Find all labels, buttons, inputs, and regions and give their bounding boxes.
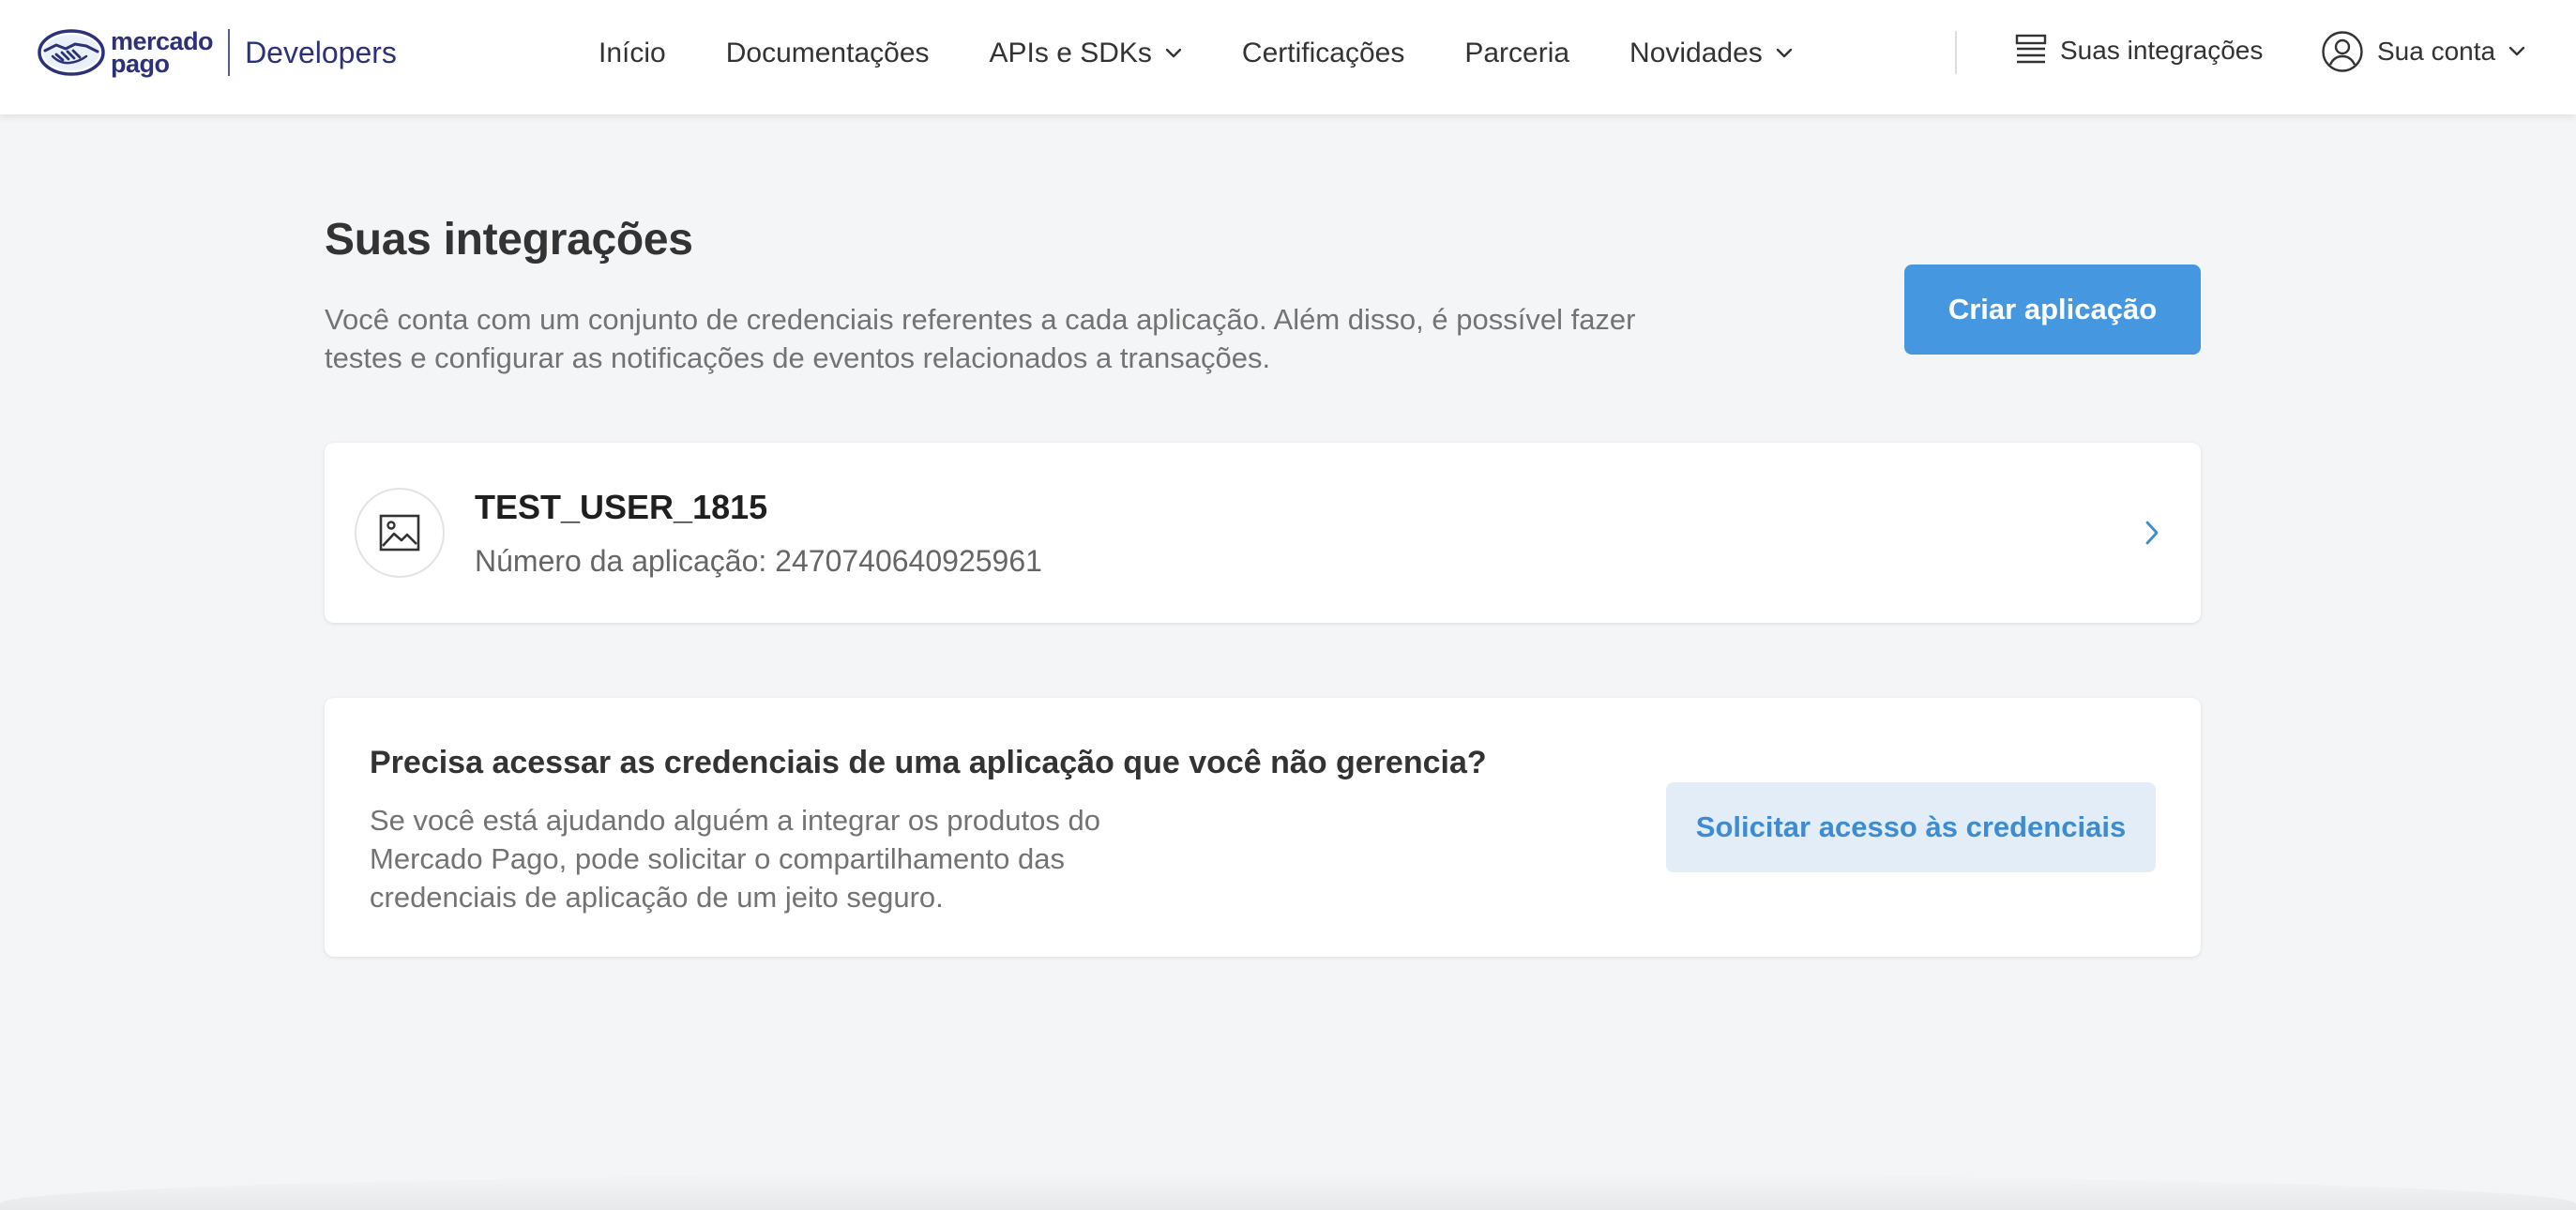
- chevron-down-icon: [1776, 48, 1793, 58]
- user-icon: [2322, 31, 2363, 72]
- page-title: Suas integrações: [325, 215, 693, 265]
- logo-divider: [228, 29, 231, 76]
- application-number-value: 2470740640925961: [775, 544, 1042, 578]
- account-menu[interactable]: Sua conta: [2321, 30, 2525, 73]
- logo-word-pago: pago: [111, 50, 170, 78]
- chevron-down-icon: [2508, 46, 2525, 56]
- logo-wordmark: mercado pago: [111, 29, 214, 78]
- developers-label: Developers: [245, 35, 397, 69]
- suas-integracoes-label: Suas integrações: [2060, 36, 2264, 65]
- application-name: TEST_USER_1815: [475, 488, 768, 526]
- nav-item-documentacoes[interactable]: Documentações: [726, 38, 930, 69]
- bottom-shadow: [0, 1172, 2576, 1210]
- header-divider: [1955, 31, 1957, 74]
- request-access-text: Se você está ajudando alguém a integrar …: [370, 804, 1100, 914]
- nav-item-label: APIs e SDKs: [989, 38, 1152, 68]
- create-application-button[interactable]: Criar aplicação: [1904, 265, 2201, 355]
- nav-item-novidades[interactable]: Novidades: [1629, 38, 1793, 69]
- chevron-right-icon[interactable]: [2144, 520, 2159, 546]
- nav-item-label: Início: [599, 38, 666, 68]
- top-header: mercado pago Developers Início Documenta…: [0, 0, 2576, 114]
- application-number: Número da aplicação: 2470740640925961: [475, 544, 1042, 579]
- nav-item-label: Documentações: [725, 38, 930, 68]
- main-nav: Início Documentações APIs e SDKs Certifi…: [599, 0, 1793, 107]
- page-description: Você conta com um conjunto de credenciai…: [325, 303, 1636, 374]
- nav-item-parceria[interactable]: Parceria: [1464, 38, 1569, 69]
- suas-integracoes-link[interactable]: Suas integrações: [2015, 34, 2263, 68]
- application-avatar: [355, 488, 445, 578]
- nav-item-inicio[interactable]: Início: [599, 38, 666, 69]
- request-credentials-access-button[interactable]: Solicitar acesso às credenciais: [1666, 782, 2156, 872]
- account-label: Sua conta: [2377, 37, 2496, 66]
- chevron-down-icon: [1165, 48, 1182, 58]
- nav-item-apis-sdks[interactable]: APIs e SDKs: [990, 38, 1182, 69]
- application-card[interactable]: TEST_USER_1815 Número da aplicação: 2470…: [325, 443, 2201, 623]
- nav-item-label: Parceria: [1464, 38, 1570, 68]
- nav-item-label: Novidades: [1629, 38, 1763, 68]
- application-number-label: Número da aplicação:: [475, 544, 767, 578]
- handshake-logo-icon: [38, 29, 105, 76]
- nav-item-certificacoes[interactable]: Certificações: [1242, 38, 1404, 69]
- list-icon: [2015, 34, 2047, 64]
- request-access-title: Precisa acessar as credenciais de uma ap…: [370, 745, 1487, 780]
- image-placeholder-icon: [379, 514, 420, 552]
- request-access-card: Precisa acessar as credenciais de uma ap…: [325, 698, 2201, 957]
- nav-item-label: Certificações: [1241, 38, 1405, 68]
- mercado-pago-logo[interactable]: mercado pago Developers: [38, 26, 397, 79]
